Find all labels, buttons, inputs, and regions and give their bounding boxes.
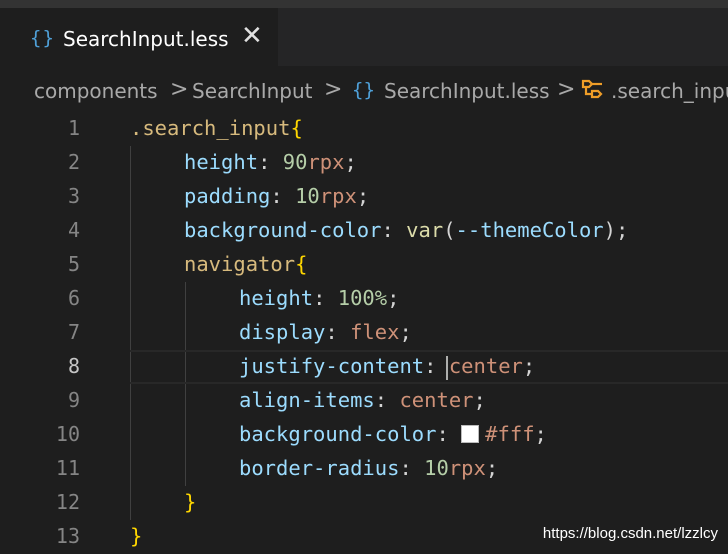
close-icon[interactable]: ✕ — [241, 23, 263, 49]
code-text: background-color: #fff; — [239, 422, 547, 446]
editor-tab-bar: {} SearchInput.less ✕ — [0, 8, 728, 66]
code-text: } — [130, 524, 143, 548]
code-text: padding: 10rpx; — [184, 184, 370, 208]
code-text: border-radius: 10rpx; — [239, 456, 499, 480]
code-text: background-color: var(--themeColor); — [184, 218, 629, 242]
code-text: justify-content: center; — [239, 354, 536, 378]
line-number: 6 — [67, 286, 80, 310]
chevron-right-icon: > — [324, 77, 343, 102]
code-line[interactable]: 7 display: flex; — [0, 316, 728, 350]
breadcrumb: components > SearchInput > {} SearchInpu… — [0, 66, 728, 118]
code-line[interactable]: 12 } — [0, 486, 728, 520]
watermark: https://blog.csdn.net/lzzlcy — [542, 525, 718, 542]
code-line-active[interactable]: 8 justify-content: center; — [0, 350, 728, 384]
line-number: 9 — [67, 388, 80, 412]
code-text: display: flex; — [239, 320, 412, 344]
breadcrumb-item-selector[interactable]: .search_inpu — [611, 79, 728, 103]
code-text: } — [184, 490, 197, 514]
line-number: 5 — [67, 252, 80, 276]
code-text: align-items: center; — [239, 388, 486, 412]
title-bar-strip — [0, 0, 728, 8]
code-line[interactable]: 3 padding: 10rpx; — [0, 180, 728, 214]
breadcrumb-item-searchinput[interactable]: SearchInput — [192, 79, 313, 103]
code-line[interactable]: 9 align-items: center; — [0, 384, 728, 418]
chevron-right-icon: > — [170, 77, 189, 102]
code-editor[interactable]: 1 .search_input{ 2 height: 90rpx; 3 padd… — [0, 112, 728, 552]
code-line[interactable]: 5 navigator{ — [0, 248, 728, 282]
line-number: 10 — [55, 422, 80, 446]
chevron-right-icon: > — [557, 77, 576, 102]
symbol-class-icon — [580, 76, 608, 109]
code-text: .search_input{ — [130, 116, 303, 140]
color-swatch[interactable] — [461, 425, 480, 443]
line-number: 7 — [67, 320, 80, 344]
tab-searchinput-less[interactable]: {} SearchInput.less ✕ — [0, 8, 278, 66]
line-number: 13 — [55, 524, 80, 548]
line-number: 4 — [67, 218, 80, 242]
code-text: navigator{ — [184, 252, 308, 276]
code-line[interactable]: 4 background-color: var(--themeColor); — [0, 214, 728, 248]
line-number: 11 — [55, 456, 80, 480]
line-number: 12 — [55, 490, 80, 514]
breadcrumb-item-components[interactable]: components — [34, 79, 158, 103]
line-number: 3 — [67, 184, 80, 208]
text-cursor — [446, 356, 448, 380]
code-text: height: 90rpx; — [184, 150, 357, 174]
code-line[interactable]: 2 height: 90rpx; — [0, 146, 728, 180]
braces-icon: {} — [352, 79, 375, 101]
breadcrumb-item-file[interactable]: SearchInput.less — [384, 79, 550, 103]
line-number: 2 — [67, 150, 80, 174]
code-line[interactable]: 1 .search_input{ — [0, 112, 728, 146]
code-line[interactable]: 10 background-color: #fff; — [0, 418, 728, 452]
tab-label: SearchInput.less — [63, 27, 229, 51]
code-text: height: 100%; — [239, 286, 400, 310]
line-number: 8 — [67, 354, 80, 378]
line-number: 1 — [67, 116, 80, 140]
code-line[interactable]: 11 border-radius: 10rpx; — [0, 452, 728, 486]
code-line[interactable]: 6 height: 100%; — [0, 282, 728, 316]
braces-icon: {} — [30, 27, 55, 49]
